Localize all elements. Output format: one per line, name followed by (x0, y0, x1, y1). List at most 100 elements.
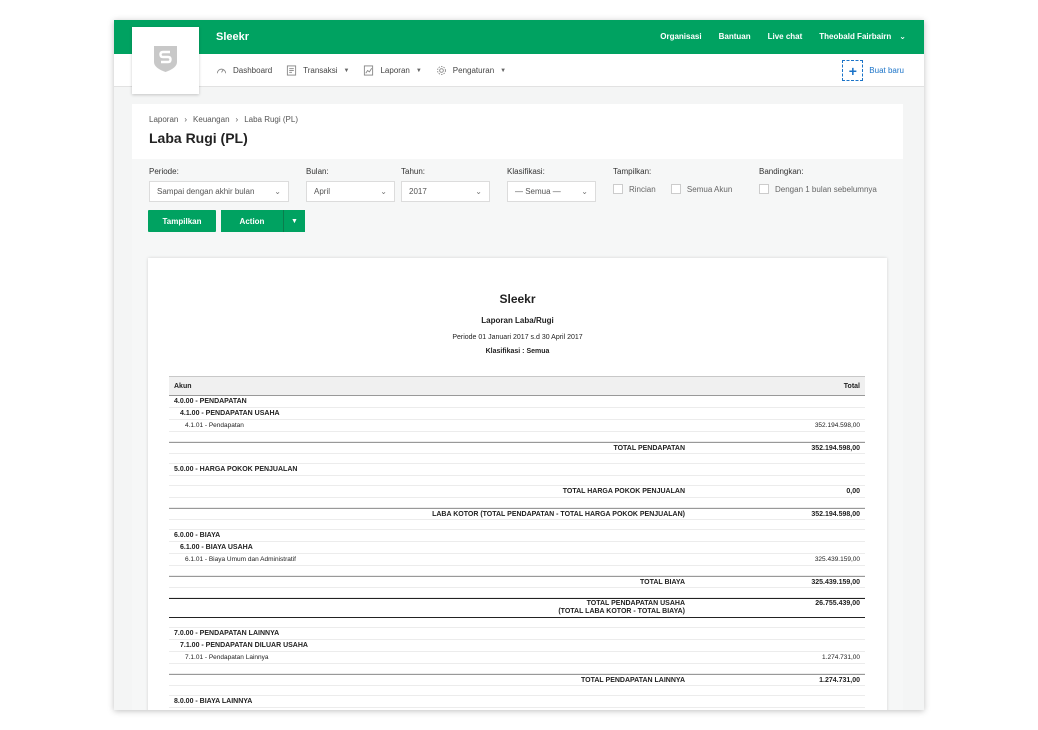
checkbox-box (759, 184, 769, 194)
table-row: 6.0.00 - BIAYA (169, 530, 865, 542)
checkbox-box (670, 184, 681, 194)
grand-total-label: TOTAL PENDAPATAN USAHA (TOTAL LABA KOTOR … (558, 600, 685, 616)
account-label: 6.1.01 - Biaya Umum dan Administratif (185, 556, 296, 563)
account-label: 6.1.00 - BIAYA USAHA (180, 544, 253, 551)
show-button[interactable]: Tampilkan (148, 210, 216, 232)
total-label: TOTAL PENDAPATAN LAINNYA (581, 677, 685, 684)
filter-bulan: Bulan: April ⌄ (306, 167, 395, 202)
row-spacer (169, 686, 865, 696)
account-label: 5.0.00 - HARGA POKOK PENJUALAN (174, 466, 298, 473)
table-row: 7.0.00 - PENDAPATAN LAINNYA (169, 628, 865, 640)
table-row[interactable]: 4.1.01 - Pendapatan 352.194.598,00 (169, 420, 865, 432)
nav-live-chat[interactable]: Live chat (768, 32, 803, 41)
breadcrumb-laporan[interactable]: Laporan (149, 115, 178, 124)
total-amount: 1.274.731,00 (819, 677, 860, 684)
tahun-select[interactable]: 2017 ⌄ (401, 181, 490, 202)
app-brand[interactable]: Sleekr (216, 31, 249, 43)
menu-transaksi[interactable]: Transaksi ▼ (286, 65, 349, 76)
dashboard-icon (216, 68, 227, 74)
periode-select[interactable]: Sampai dengan akhir bulan ⌄ (149, 181, 289, 202)
table-row: 4.1.00 - PENDAPATAN USAHA (169, 408, 865, 420)
chevron-down-icon: ⌄ (274, 187, 281, 196)
caret-down-icon: ▼ (291, 217, 298, 225)
user-menu[interactable]: Theobald Fairbairn ⌄ (819, 32, 906, 41)
app-window: Sleekr Organisasi Bantuan Live chat Theo… (114, 20, 924, 710)
top-bar: Sleekr Organisasi Bantuan Live chat Theo… (114, 20, 924, 54)
grand-total-label-line1: TOTAL PENDAPATAN USAHA (586, 600, 685, 607)
row-spacer (169, 476, 865, 486)
menu-dashboard-label: Dashboard (233, 66, 273, 75)
klasifikasi-value: — Semua — (515, 187, 561, 196)
account-label: 4.1.01 - Pendapatan (185, 422, 244, 429)
total-row: TOTAL BIAYA 325.439.159,00 (169, 576, 865, 588)
menu-laporan-label: Laporan (380, 66, 410, 75)
filter-tampilkan: Tampilkan: Rincian Semua Akun (613, 167, 745, 196)
caret-down-icon: ▼ (500, 67, 507, 74)
table-header: Akun Total (169, 376, 865, 396)
report-classification: Klasifikasi : Semua (485, 348, 550, 355)
nav-organisasi[interactable]: Organisasi (660, 32, 701, 41)
account-label: 6.0.00 - BIAYA (174, 532, 221, 539)
report-area: Sleekr Laporan Laba/Rugi Periode 01 Janu… (132, 240, 903, 710)
table-row: 4.0.00 - PENDAPATAN (169, 396, 865, 408)
total-label: TOTAL BIAYA (640, 579, 685, 586)
bulan-select[interactable]: April ⌄ (306, 181, 395, 202)
row-spacer (169, 520, 865, 530)
create-new-button[interactable]: + Buat baru (842, 60, 904, 81)
report-name: Laporan Laba/Rugi (481, 316, 554, 325)
semua-akun-checkbox[interactable]: Semua Akun (670, 184, 733, 194)
bulan-value: April (314, 187, 331, 196)
table-row: 7.1.00 - PENDAPATAN DILUAR USAHA (169, 640, 865, 652)
transaction-icon (287, 65, 297, 76)
table-row: 5.0.00 - HARGA POKOK PENJUALAN (169, 464, 865, 476)
total-row: LABA KOTOR (TOTAL PENDAPATAN - TOTAL HAR… (169, 508, 865, 520)
caret-down-icon: ▼ (415, 67, 422, 74)
total-label: TOTAL PENDAPATAN (613, 445, 685, 452)
row-spacer (169, 454, 865, 464)
menu-pengaturan[interactable]: Pengaturan ▼ (436, 65, 506, 76)
company-logo[interactable] (132, 27, 199, 94)
create-new-label: Buat baru (869, 66, 904, 75)
account-amount: 325.439.159,00 (814, 556, 860, 563)
tahun-value: 2017 (409, 187, 427, 196)
row-spacer (169, 618, 865, 628)
table-row[interactable]: 6.1.01 - Biaya Umum dan Administratif 325… (169, 554, 865, 566)
row-spacer (169, 588, 865, 598)
periode-value: Sampai dengan akhir bulan (157, 187, 255, 196)
table-row[interactable]: 7.1.01 - Pendapatan Lainnya 1.274.731,00 (169, 652, 865, 664)
grand-total-amount: 26.755.439,00 (815, 600, 860, 607)
main-nav: Dashboard Transaksi ▼ Laporan ▼ Pengatur… (114, 54, 924, 87)
total-amount: 325.439.159,00 (811, 579, 860, 586)
report-sheet: Sleekr Laporan Laba/Rugi Periode 01 Janu… (148, 258, 887, 710)
report-company: Sleekr (499, 292, 536, 306)
filter-panel: Periode: Sampai dengan akhir bulan ⌄ Bul… (132, 159, 903, 240)
rincian-checkbox[interactable]: Rincian (613, 184, 656, 194)
filter-tahun: Tahun: 2017 ⌄ (401, 167, 490, 202)
total-amount: 352.194.598,00 (811, 511, 860, 518)
action-dropdown-toggle[interactable]: ▼ (283, 210, 305, 232)
chevron-down-icon: ⌄ (380, 187, 387, 196)
account-amount: 1.274.731,00 (822, 654, 860, 661)
breadcrumb-keuangan[interactable]: Keuangan (193, 115, 229, 124)
user-name: Theobald Fairbairn (819, 32, 892, 41)
klasifikasi-select[interactable]: — Semua — ⌄ (507, 181, 596, 202)
filter-bandingkan: Bandingkan: Dengan 1 bulan sebelumnya (759, 167, 890, 196)
menu-dashboard[interactable]: Dashboard (216, 65, 272, 76)
total-row: TOTAL PENDAPATAN LAINNYA 1.274.731,00 (169, 674, 865, 686)
bandingkan-options: Dengan 1 bulan sebelumnya (759, 184, 890, 196)
filter-periode: Periode: Sampai dengan akhir bulan ⌄ (149, 167, 289, 202)
action-button[interactable]: Action (221, 210, 283, 232)
shield-logo-icon (154, 46, 177, 72)
compare-checkbox[interactable]: Dengan 1 bulan sebelumnya (759, 184, 877, 194)
nav-bantuan[interactable]: Bantuan (719, 32, 751, 41)
report-icon (364, 65, 374, 76)
filter-klasifikasi: Klasifikasi: — Semua — ⌄ (507, 167, 596, 202)
chevron-down-icon: ⌄ (899, 32, 906, 41)
breadcrumb-current: Laba Rugi (PL) (244, 115, 298, 124)
semua-akun-label: Semua Akun (686, 184, 733, 194)
menu-laporan[interactable]: Laporan ▼ (363, 65, 422, 76)
menu-transaksi-label: Transaksi (303, 66, 338, 75)
chevron-right-icon: › (184, 115, 188, 124)
row-spacer (169, 664, 865, 674)
tahun-label: Tahun: (401, 167, 426, 176)
